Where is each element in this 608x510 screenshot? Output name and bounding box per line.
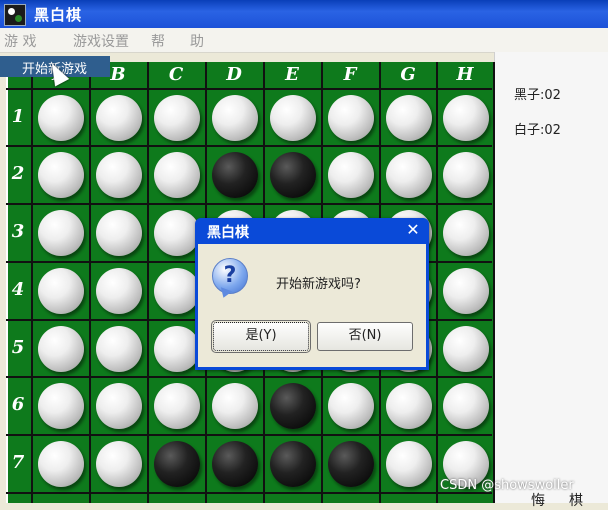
black-piece[interactable] (270, 441, 316, 487)
white-piece[interactable] (38, 94, 84, 141)
white-piece[interactable] (442, 152, 489, 198)
white-piece[interactable] (442, 268, 489, 314)
grid-line-horizontal (6, 145, 492, 147)
title-bar: 黑白棋 (0, 0, 608, 28)
menu-game[interactable]: 游 戏 (4, 31, 36, 51)
black-piece[interactable] (328, 441, 374, 487)
grid-line-horizontal (6, 434, 492, 436)
white-piece[interactable] (442, 325, 489, 372)
white-piece[interactable] (270, 94, 316, 141)
close-icon[interactable]: ✕ (403, 220, 423, 240)
black-piece[interactable] (154, 441, 200, 487)
white-piece[interactable] (328, 383, 374, 429)
black-count: 黑子:02 (514, 88, 561, 103)
white-piece[interactable] (38, 383, 84, 429)
grid-line-horizontal (6, 492, 492, 494)
undo-button-part-2[interactable]: 棋 (569, 490, 583, 510)
white-piece[interactable] (154, 94, 200, 141)
menu-help-2[interactable]: 助 (190, 31, 204, 51)
white-piece[interactable] (442, 210, 489, 256)
menu-help-1[interactable]: 帮 (151, 31, 165, 51)
grid-line-vertical (493, 62, 495, 503)
white-piece[interactable] (96, 383, 142, 429)
black-piece[interactable] (270, 383, 316, 429)
white-piece[interactable] (385, 94, 432, 141)
yes-button[interactable]: 是(Y) (211, 320, 311, 353)
app-icon (4, 4, 26, 26)
white-piece[interactable] (385, 383, 432, 429)
grid-line-horizontal (6, 376, 492, 378)
white-piece[interactable] (38, 441, 84, 487)
white-piece[interactable] (38, 210, 84, 256)
white-piece[interactable] (385, 152, 432, 198)
row-label-4: 4 (11, 279, 25, 300)
row-label-5: 5 (11, 337, 25, 358)
column-label-D: D (226, 64, 242, 85)
white-piece[interactable] (38, 325, 84, 372)
grid-line-horizontal (6, 203, 492, 205)
black-piece[interactable] (212, 152, 258, 198)
white-piece[interactable] (96, 268, 142, 314)
confirm-dialog: 黑白棋 ✕ ? 开始新游戏吗? 是(Y) 否(N) (195, 218, 429, 370)
row-label-6: 6 (11, 394, 25, 415)
white-piece[interactable] (212, 94, 258, 141)
row-label-1: 1 (11, 106, 25, 127)
question-icon: ? (212, 258, 248, 294)
white-piece[interactable] (154, 268, 200, 314)
dialog-body: ? 开始新游戏吗? 是(Y) 否(N) (198, 244, 426, 367)
undo-button-part-1[interactable]: 悔 (531, 490, 545, 510)
menu-bar: 游 戏 游戏设置 帮 助 (0, 28, 608, 53)
white-piece[interactable] (154, 152, 200, 198)
white-piece[interactable] (154, 210, 200, 256)
column-label-F: F (343, 64, 357, 85)
row-label-3: 3 (11, 221, 25, 242)
white-piece[interactable] (38, 268, 84, 314)
no-button[interactable]: 否(N) (317, 322, 413, 351)
white-piece[interactable] (96, 441, 142, 487)
grid-line-horizontal (6, 88, 492, 90)
grid-line-vertical (89, 62, 91, 503)
white-piece[interactable] (154, 325, 200, 372)
white-piece[interactable] (442, 383, 489, 429)
white-piece[interactable] (328, 152, 374, 198)
window-title: 黑白棋 (34, 6, 83, 24)
white-piece[interactable] (38, 152, 84, 198)
grid-line-vertical (436, 62, 438, 503)
menu-settings[interactable]: 游戏设置 (73, 31, 129, 51)
row-label-2: 2 (11, 163, 25, 184)
white-piece[interactable] (385, 441, 432, 487)
column-label-G: G (400, 64, 416, 85)
dialog-message: 开始新游戏吗? (276, 277, 361, 292)
row-label-7: 7 (11, 452, 25, 473)
black-piece[interactable] (212, 441, 258, 487)
white-piece[interactable] (212, 383, 258, 429)
dialog-title: 黑白棋 (207, 225, 249, 241)
grid-line-vertical (147, 62, 149, 503)
white-piece[interactable] (96, 152, 142, 198)
column-label-E: E (285, 64, 299, 85)
black-piece[interactable] (270, 152, 316, 198)
white-piece[interactable] (96, 210, 142, 256)
column-label-H: H (456, 64, 474, 85)
white-piece[interactable] (328, 94, 374, 141)
white-piece[interactable] (154, 383, 200, 429)
watermark: CSDN @showswoller (440, 478, 574, 493)
white-piece[interactable] (96, 325, 142, 372)
grid-line-vertical (31, 62, 33, 503)
white-piece[interactable] (96, 94, 142, 141)
white-count: 白子:02 (514, 123, 561, 138)
column-label-C: C (168, 64, 184, 85)
white-piece[interactable] (442, 94, 489, 141)
